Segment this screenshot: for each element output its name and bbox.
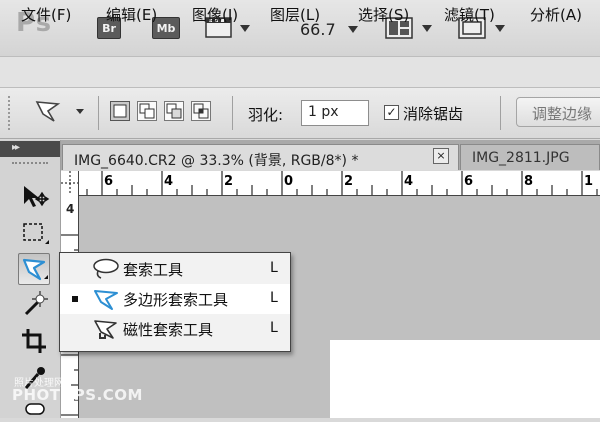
polygonal-lasso-icon xyxy=(92,287,122,315)
ruler-origin-icon xyxy=(61,171,78,195)
new-selection-button[interactable] xyxy=(110,101,130,121)
menu-file[interactable]: 文件(F) xyxy=(21,4,71,25)
add-to-selection-icon xyxy=(139,103,155,119)
document-tab-active[interactable]: IMG_6640.CR2 @ 33.3% (背景, RGB/8*) * xyxy=(62,144,459,170)
ruler-label: 4 xyxy=(404,174,414,189)
tool-options-bar xyxy=(0,88,600,139)
tools-panel-header[interactable] xyxy=(0,141,60,157)
flyout-item-label: 磁性套索工具 xyxy=(123,321,214,339)
anti-alias-checkbox[interactable]: ✓ xyxy=(384,105,399,120)
add-to-selection-button[interactable] xyxy=(137,101,157,121)
anti-alias-label: 消除锯齿 xyxy=(403,105,464,123)
ruler-label: 2 xyxy=(224,174,234,189)
flyout-item-shortcut: L xyxy=(270,290,278,306)
ruler-label: 8 xyxy=(524,174,534,189)
move-tool-button[interactable] xyxy=(18,180,50,212)
menu-layer[interactable]: 图层(L) xyxy=(270,4,320,25)
crop-tool-button[interactable] xyxy=(18,325,50,357)
ruler-label: 0 xyxy=(284,174,294,189)
polygonal-lasso-icon xyxy=(22,258,48,281)
new-selection-icon xyxy=(113,104,127,118)
feather-input[interactable]: 1 px xyxy=(301,100,369,126)
collapse-panel-icon[interactable]: ▸▸ xyxy=(12,142,20,153)
selected-tool-bullet-icon xyxy=(72,296,78,302)
polygonal-lasso-preset-icon xyxy=(35,101,84,122)
document-tab[interactable]: IMG_2811.JPG xyxy=(460,144,600,170)
flyout-item-shortcut: L xyxy=(270,260,278,276)
intersect-selection-icon xyxy=(193,103,209,119)
move-tool-icon xyxy=(24,186,50,207)
options-separator xyxy=(500,96,501,130)
ruler-label: 6 xyxy=(464,174,474,189)
magnetic-lasso-icon xyxy=(92,316,122,346)
refine-edge-button[interactable]: 调整边缘 xyxy=(516,97,600,127)
watermark-site: PHOTOPS.COM xyxy=(12,386,143,404)
ruler-origin[interactable] xyxy=(61,171,79,196)
menu-filter[interactable]: 滤镜(T) xyxy=(444,4,495,25)
crop-icon xyxy=(22,329,46,353)
lasso-tool-button[interactable] xyxy=(18,253,50,285)
document-canvas[interactable] xyxy=(330,340,600,418)
vertical-ruler-label: 4 xyxy=(66,202,75,216)
subtract-from-selection-button[interactable] xyxy=(164,101,184,121)
magic-wand-icon xyxy=(24,291,48,316)
flyout-item-shortcut: L xyxy=(270,320,278,336)
lasso-icon xyxy=(92,257,122,285)
rectangular-marquee-icon xyxy=(23,223,49,244)
menu-select[interactable]: 选择(S) xyxy=(358,4,409,25)
close-tab-icon[interactable]: × xyxy=(433,148,449,164)
feather-label: 羽化: xyxy=(248,106,284,124)
marquee-tool-button[interactable] xyxy=(18,217,50,249)
menu-bar xyxy=(0,56,600,88)
ruler-label: 1 xyxy=(584,174,594,189)
ruler-label: 2 xyxy=(344,174,354,189)
ruler-ticks xyxy=(86,171,598,195)
options-separator xyxy=(232,96,233,130)
ruler-label: 6 xyxy=(104,174,114,189)
flyout-item-label: 套索工具 xyxy=(123,261,184,279)
menu-edit[interactable]: 编辑(E) xyxy=(106,4,157,25)
quick-selection-tool-button[interactable] xyxy=(18,288,50,320)
horizontal-ruler xyxy=(61,171,600,196)
flyout-item-label: 多边形套索工具 xyxy=(123,291,229,309)
menu-image[interactable]: 图像(I) xyxy=(192,4,238,25)
panel-grip[interactable] xyxy=(12,162,48,168)
intersect-selection-button[interactable] xyxy=(191,101,211,121)
options-bar-grip[interactable] xyxy=(8,96,15,130)
menu-analysis[interactable]: 分析(A) xyxy=(530,4,582,25)
subtract-selection-icon xyxy=(166,103,182,119)
tool-preset-picker[interactable] xyxy=(34,97,90,131)
ruler-label: 4 xyxy=(164,174,174,189)
options-separator xyxy=(98,96,99,130)
zoom-dropdown-arrow-icon[interactable] xyxy=(348,26,358,33)
